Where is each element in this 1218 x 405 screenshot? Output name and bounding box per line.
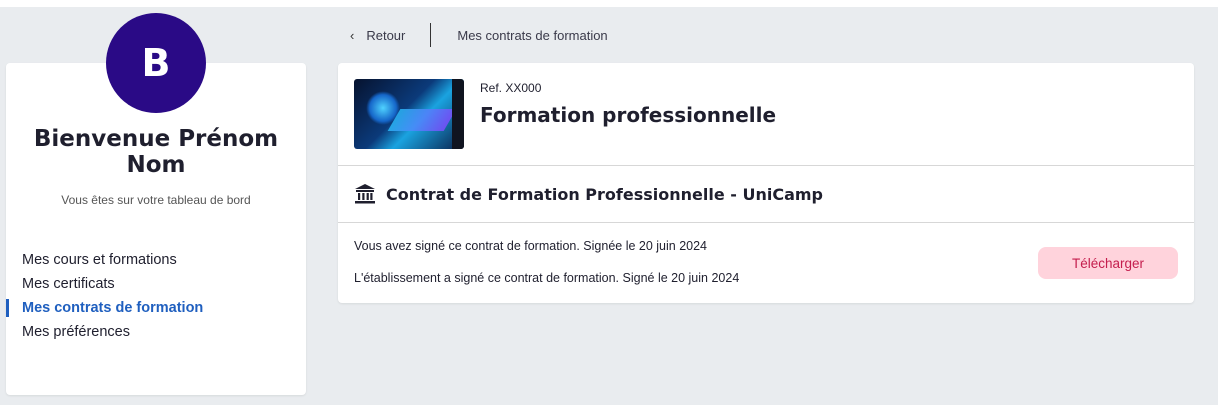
- avatar: B: [106, 13, 206, 113]
- chevron-left-icon: ‹: [350, 27, 355, 43]
- sidebar-item-certificates[interactable]: Mes certificats: [6, 272, 306, 296]
- dashboard-subtitle: Vous êtes sur votre tableau de bord: [61, 193, 251, 207]
- sidebar-item-contracts[interactable]: Mes contrats de formation: [6, 296, 306, 320]
- back-label: Retour: [366, 27, 406, 43]
- download-button[interactable]: Télécharger: [1038, 247, 1178, 279]
- sidebar-item-preferences[interactable]: Mes préférences: [6, 320, 306, 344]
- sidebar-nav: Mes cours et formations Mes certificats …: [6, 248, 306, 344]
- back-link[interactable]: ‹ Retour: [338, 28, 405, 43]
- course-thumbnail: [354, 79, 464, 149]
- user-signature-status: Vous avez signé ce contrat de formation.…: [354, 239, 708, 253]
- bank-icon: [355, 184, 375, 204]
- course-title: Formation professionnelle: [480, 103, 777, 127]
- divider: [338, 165, 1194, 166]
- divider: [338, 222, 1194, 223]
- sidebar-item-courses[interactable]: Mes cours et formations: [6, 248, 306, 272]
- contract-header: Contrat de Formation Professionnelle - U…: [354, 181, 823, 207]
- institution-signature-status: L'établissement a signé ce contrat de fo…: [354, 271, 740, 285]
- course-ref: Ref. XX000: [480, 81, 542, 95]
- course-header: Ref. XX000 Formation professionnelle: [338, 63, 1194, 165]
- breadcrumb-divider: [430, 23, 432, 47]
- welcome-title: Bienvenue Prénom Nom: [33, 126, 279, 178]
- breadcrumb-current: Mes contrats de formation: [457, 27, 608, 43]
- breadcrumb: ‹ Retour Mes contrats de formation: [338, 22, 608, 48]
- contract-title: Contrat de Formation Professionnelle - U…: [386, 184, 823, 204]
- contract-card: Ref. XX000 Formation professionnelle Con…: [338, 63, 1194, 303]
